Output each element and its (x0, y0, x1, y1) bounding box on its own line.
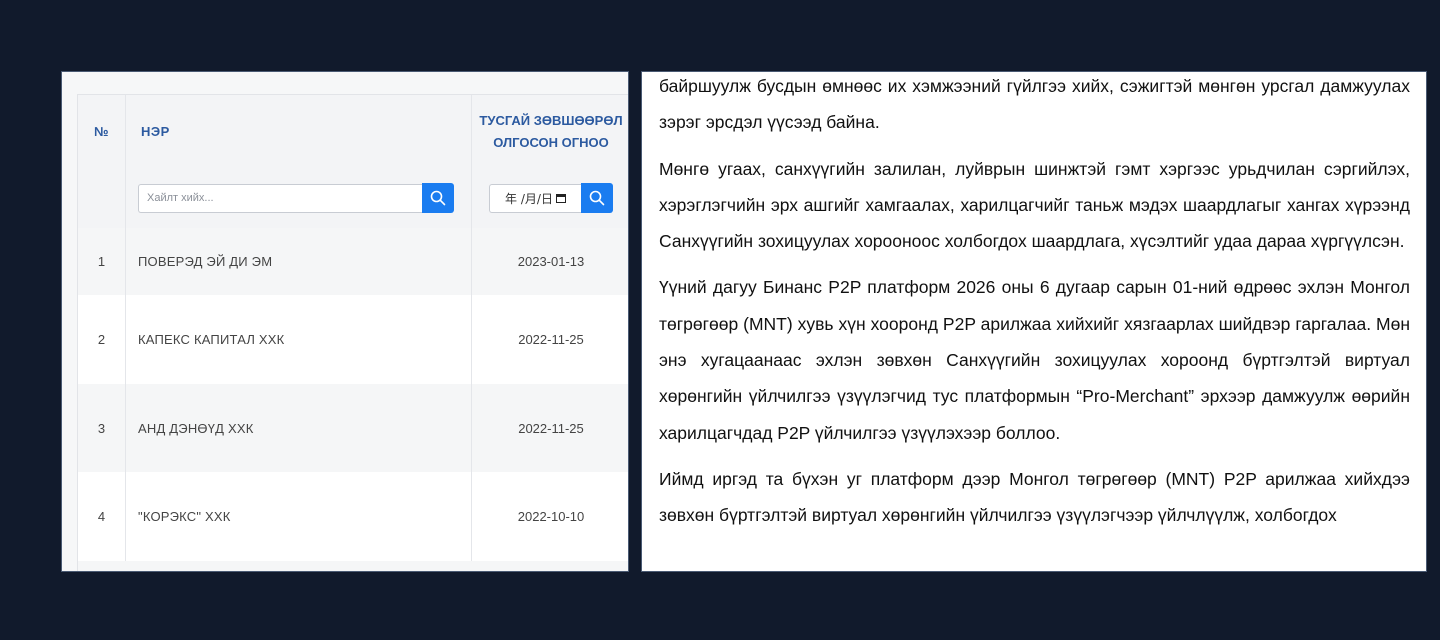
search-icon (589, 190, 605, 206)
filter-number-cell (78, 168, 126, 228)
header-date-line2: ОЛГОСОН ОГНОО (493, 134, 609, 150)
date-search: 年 /月/日 (489, 183, 613, 213)
header-date-line1: ТУСГАЙ ЗӨВШӨӨРӨЛ (479, 112, 623, 128)
article-panel: байршуулж бусдын өмнөөс их хэмжээний гүй… (641, 71, 1427, 572)
search-icon (430, 190, 446, 206)
header-date: ТУСГАЙ ЗӨВШӨӨРӨЛ ОЛГОСОН ОГНОО (472, 95, 628, 168)
row-date: 2023-01-13 (517, 254, 585, 269)
row-date: 2022-11-25 (518, 332, 584, 347)
row-number: 3 (78, 384, 126, 472)
name-search-button[interactable] (422, 183, 454, 213)
table-row-partial (78, 561, 628, 571)
licensee-table-panel: № НЭР ТУСГАЙ ЗӨВШӨӨРӨЛ ОЛГОСОН ОГНОО Хай… (61, 71, 629, 572)
licensee-table: № НЭР ТУСГАЙ ЗӨВШӨӨРӨЛ ОЛГОСОН ОГНОО Хай… (77, 94, 628, 571)
filter-date-cell: 年 /月/日 (472, 168, 628, 228)
name-search (138, 183, 454, 213)
row-number: 4 (78, 472, 126, 561)
header-name: НЭР (126, 95, 472, 168)
date-search-button[interactable] (581, 183, 613, 213)
article-paragraph: Мөнгө угаах, санхүүгийн залилан, луйврын… (659, 158, 1410, 252)
article-paragraph: Үүний дагуу Бинанс P2P платформ 2026 оны… (659, 277, 1410, 443)
filter-name-cell (126, 168, 472, 228)
row-number: 1 (78, 228, 126, 295)
row-name: ПОВЕРЭД ЭЙ ДИ ЭМ (126, 228, 472, 295)
row-name: "КОРЭКС" ХХК (126, 472, 472, 561)
name-search-input[interactable] (138, 183, 422, 213)
date-filter-input[interactable]: 年 /月/日 (489, 183, 581, 213)
row-name: КАПЕКС КАПИТАЛ ХХК (126, 295, 472, 384)
table-row: 1 ПОВЕРЭД ЭЙ ДИ ЭМ 2023-01-13 (78, 228, 628, 296)
row-number: 2 (78, 295, 126, 384)
calendar-icon[interactable] (555, 193, 566, 203)
row-date: 2022-10-10 (517, 509, 585, 524)
article-body: байршуулж бусдын өмнөөс их хэмжээний гүй… (659, 72, 1410, 544)
row-date: 2022-11-25 (518, 420, 584, 436)
table-row: 2 КАПЕКС КАПИТАЛ ХХК 2022-11-25 (78, 295, 628, 385)
table-row: 3 АНД ДЭНӨҮД ХХК 2022-11-25 (78, 384, 628, 473)
table-row: 4 "КОРЭКС" ХХК 2022-10-10 (78, 472, 628, 562)
row-name: АНД ДЭНӨҮД ХХК (126, 384, 472, 472)
header-number: № (78, 95, 126, 168)
date-filter-text: 年 /月/日 (505, 191, 553, 206)
filter-row: 年 /月/日 (78, 168, 628, 229)
article-paragraph: Иймд иргэд та бүхэн уг платформ дээр Мон… (659, 468, 1410, 526)
table-header-row: № НЭР ТУСГАЙ ЗӨВШӨӨРӨЛ ОЛГОСОН ОГНОО (78, 95, 628, 169)
article-paragraph: байршуулж бусдын өмнөөс их хэмжээний гүй… (659, 76, 1410, 133)
